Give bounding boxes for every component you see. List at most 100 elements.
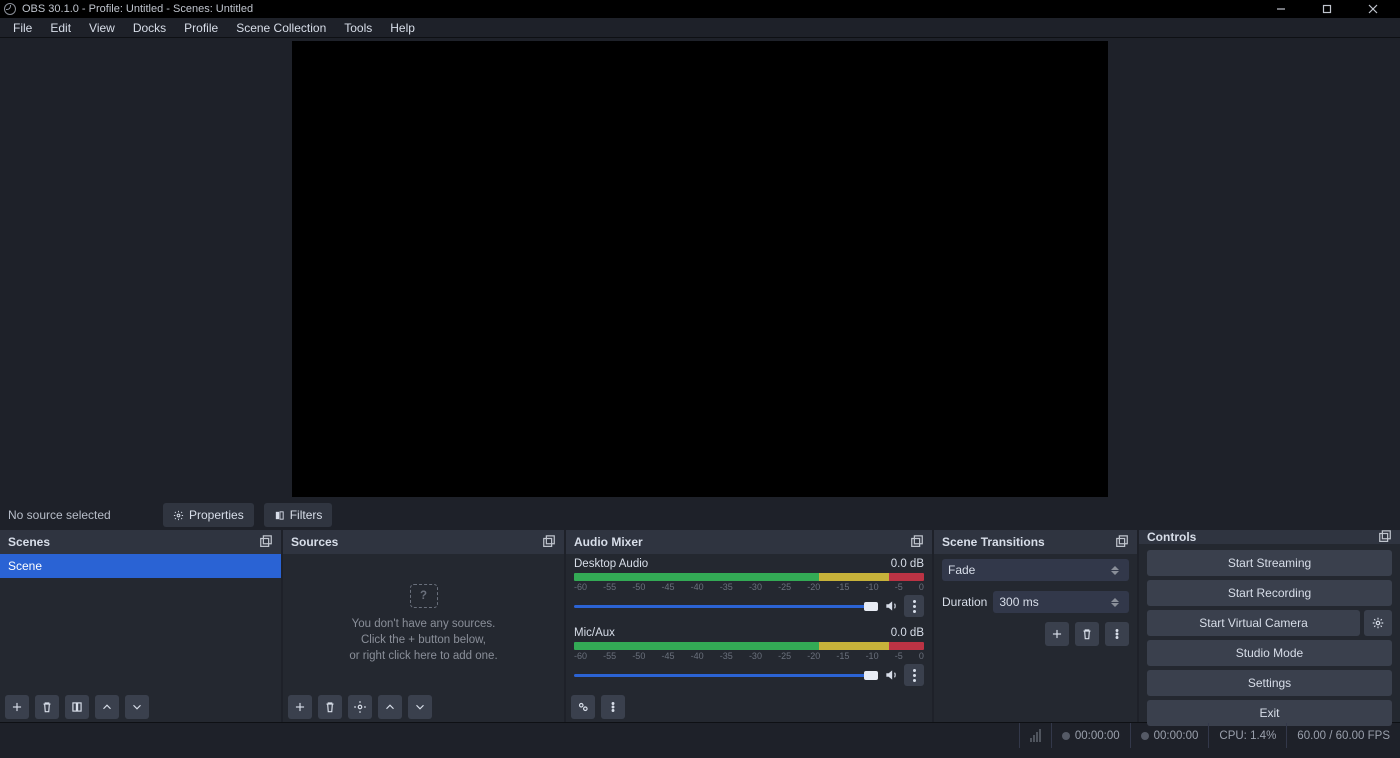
studio-mode-button[interactable]: Studio Mode (1147, 640, 1392, 666)
channel-level: 0.0 dB (891, 558, 924, 570)
start-virtual-camera-button[interactable]: Start Virtual Camera (1147, 610, 1360, 636)
menu-profile[interactable]: Profile (175, 19, 227, 37)
filters-button[interactable]: Filters (264, 503, 333, 527)
channel-menu-button[interactable] (904, 664, 924, 686)
speaker-icon (884, 668, 898, 682)
scenes-footer (0, 692, 281, 722)
popout-icon[interactable] (542, 535, 556, 549)
mixer-channel-mic: Mic/Aux 0.0 dB -60-55-50-45-40-35-30-25-… (566, 623, 932, 686)
channel-menu-button[interactable] (904, 595, 924, 617)
status-rec: 00:00:00 (1130, 723, 1209, 748)
popout-icon[interactable] (910, 535, 924, 549)
popout-icon[interactable] (1378, 530, 1392, 544)
window-minimize-button[interactable] (1258, 0, 1304, 18)
menu-edit[interactable]: Edit (41, 19, 80, 37)
scene-remove-button[interactable] (35, 695, 59, 719)
window-titlebar: OBS 30.1.0 - Profile: Untitled - Scenes:… (0, 0, 1400, 18)
window-title: OBS 30.1.0 - Profile: Untitled - Scenes:… (22, 3, 1258, 15)
menu-help[interactable]: Help (381, 19, 424, 37)
obs-logo-icon (4, 3, 16, 15)
scenes-dock: Scenes Scene (0, 530, 281, 722)
sources-empty-state: ? You don't have any sources. Click the … (283, 554, 564, 692)
popout-icon[interactable] (1115, 535, 1129, 549)
window-maximize-button[interactable] (1304, 0, 1350, 18)
transition-add-button[interactable] (1045, 622, 1069, 646)
audio-mixer-footer (566, 692, 932, 722)
settings-button[interactable]: Settings (1147, 670, 1392, 696)
docks-row: Scenes Scene Sources ? You don't have an… (0, 530, 1400, 722)
start-recording-button[interactable]: Start Recording (1147, 580, 1392, 606)
controls-dock: Controls Start Streaming Start Recording… (1139, 530, 1400, 722)
channel-level: 0.0 dB (891, 627, 924, 639)
gear-icon (173, 510, 184, 521)
filters-icon (274, 510, 285, 521)
start-streaming-button[interactable]: Start Streaming (1147, 550, 1392, 576)
audio-mixer-header[interactable]: Audio Mixer (566, 530, 932, 554)
audio-mixer-body: Desktop Audio 0.0 dB -60-55-50-45-40-35-… (566, 554, 932, 692)
sources-list[interactable]: ? You don't have any sources. Click the … (283, 554, 564, 692)
question-box-icon: ? (410, 584, 438, 608)
chevron-updown-icon (1111, 598, 1123, 607)
channel-meter (574, 573, 924, 581)
sources-header[interactable]: Sources (283, 530, 564, 554)
channel-name: Desktop Audio (574, 558, 891, 570)
source-move-down-button[interactable] (408, 695, 432, 719)
mixer-channel-desktop: Desktop Audio 0.0 dB -60-55-50-45-40-35-… (566, 554, 932, 617)
transition-duration-input[interactable]: 300 ms (993, 591, 1129, 613)
virtual-camera-settings-button[interactable] (1364, 610, 1392, 636)
status-fps: 60.00 / 60.00 FPS (1286, 723, 1400, 748)
mixer-advanced-button[interactable] (571, 695, 595, 719)
sources-dock: Sources ? You don't have any sources. Cl… (283, 530, 564, 722)
menu-view[interactable]: View (80, 19, 124, 37)
popout-icon[interactable] (259, 535, 273, 549)
scenes-list[interactable]: Scene (0, 554, 281, 692)
channel-mute-button[interactable] (884, 668, 898, 682)
status-cpu: CPU: 1.4% (1208, 723, 1286, 748)
mixer-menu-button[interactable] (601, 695, 625, 719)
menu-docks[interactable]: Docks (124, 19, 175, 37)
source-toolbar-status: No source selected (8, 508, 153, 522)
preview-canvas[interactable] (292, 41, 1108, 497)
duration-label: Duration (942, 595, 987, 609)
scene-item[interactable]: Scene (0, 554, 281, 578)
channel-mute-button[interactable] (884, 599, 898, 613)
menu-file[interactable]: File (4, 19, 41, 37)
source-remove-button[interactable] (318, 695, 342, 719)
channel-name: Mic/Aux (574, 627, 891, 639)
scene-move-down-button[interactable] (125, 695, 149, 719)
controls-header[interactable]: Controls (1139, 530, 1400, 544)
source-add-button[interactable] (288, 695, 312, 719)
menu-bar: File Edit View Docks Profile Scene Colle… (0, 18, 1400, 38)
source-properties-button[interactable] (348, 695, 372, 719)
source-toolbar: No source selected Properties Filters (0, 500, 1400, 530)
status-live: 00:00:00 (1051, 723, 1130, 748)
rec-dot-icon (1141, 732, 1149, 740)
speaker-icon (884, 599, 898, 613)
source-move-up-button[interactable] (378, 695, 402, 719)
status-network (1019, 723, 1051, 748)
scene-move-up-button[interactable] (95, 695, 119, 719)
menu-tools[interactable]: Tools (335, 19, 381, 37)
transition-properties-button[interactable] (1105, 622, 1129, 646)
channel-volume-slider[interactable] (574, 674, 878, 677)
signal-bars-icon (1030, 729, 1041, 742)
scene-filters-button[interactable] (65, 695, 89, 719)
transition-select[interactable]: Fade (942, 559, 1129, 581)
channel-meter (574, 642, 924, 650)
menu-scene-collection[interactable]: Scene Collection (227, 19, 335, 37)
window-close-button[interactable] (1350, 0, 1396, 18)
status-bar: 00:00:00 00:00:00 CPU: 1.4% 60.00 / 60.0… (0, 722, 1400, 748)
scene-transitions-header[interactable]: Scene Transitions (934, 530, 1137, 554)
sources-footer (283, 692, 564, 722)
preview-area[interactable] (0, 38, 1400, 500)
transition-remove-button[interactable] (1075, 622, 1099, 646)
scene-transitions-dock: Scene Transitions Fade Duration 300 ms (934, 530, 1137, 722)
live-dot-icon (1062, 732, 1070, 740)
chevron-updown-icon (1111, 566, 1123, 575)
properties-button[interactable]: Properties (163, 503, 254, 527)
scenes-header[interactable]: Scenes (0, 530, 281, 554)
channel-ticks: -60-55-50-45-40-35-30-25-20-15-10-50 (574, 582, 924, 592)
scene-add-button[interactable] (5, 695, 29, 719)
channel-volume-slider[interactable] (574, 605, 878, 608)
channel-ticks: -60-55-50-45-40-35-30-25-20-15-10-50 (574, 651, 924, 661)
